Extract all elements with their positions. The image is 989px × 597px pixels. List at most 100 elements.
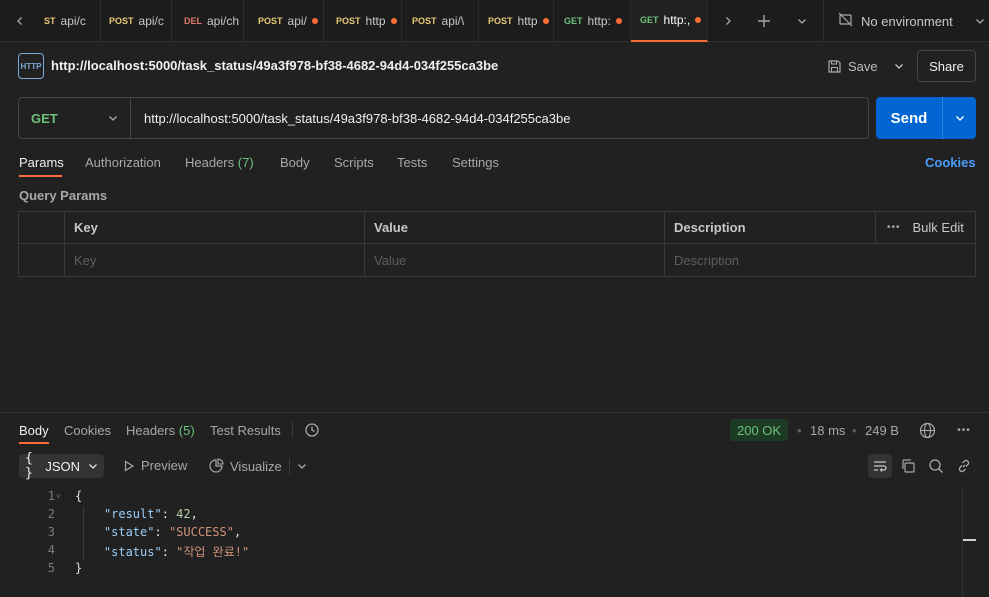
separator-dot: • [852,423,857,438]
url-input[interactable]: http://localhost:5000/task_status/49a3f9… [131,111,570,126]
fold-chevron-icon[interactable]: ˅ [56,492,61,501]
status-badge[interactable]: 200 OK [730,419,789,441]
column-header-description: Description [665,212,876,244]
divider [823,0,824,42]
tab-method: POST [109,16,134,26]
tab-scripts[interactable]: Scripts [334,155,374,170]
tab-label: api/c [138,14,164,28]
request-tab[interactable]: POST http [324,0,402,42]
request-title[interactable]: http://localhost:5000/task_status/49a3f9… [51,58,498,73]
line-number: 3 [47,525,55,539]
tab-body[interactable]: Body [280,155,310,170]
cookies-link[interactable]: Cookies [925,155,976,170]
key-input[interactable]: Key [65,244,365,276]
format-select[interactable]: { } JSON [19,451,104,481]
tab-label: http: [587,14,611,28]
row-checkbox-cell [19,244,65,276]
url-bar: GET http://localhost:5000/task_status/49… [18,97,869,139]
json-key: "status" [103,545,162,559]
code-line: { [75,489,82,503]
tab-method: POST [336,16,361,26]
response-tab-cookies[interactable]: Cookies [64,423,111,438]
send-button[interactable]: Send [876,97,943,139]
response-tab-headers[interactable]: Headers (5) [126,423,195,438]
line-number: 1 [47,489,55,503]
tab-method: POST [488,16,513,26]
request-tab[interactable]: POST api/ [244,0,324,42]
tab-method: GET [640,15,659,25]
share-button[interactable]: Share [917,50,976,82]
request-tab[interactable]: POST http [479,0,554,42]
method-select[interactable]: GET [19,98,131,138]
more-horizontal-icon: ••• [887,222,901,233]
response-size[interactable]: 249 B [865,423,899,438]
link-icon[interactable] [955,457,973,475]
globe-icon[interactable] [917,420,937,440]
chevron-down-icon[interactable] [295,459,309,473]
active-tab-indicator [19,442,49,444]
json-brace: { [75,489,83,503]
tab-settings[interactable]: Settings [452,155,499,170]
copy-icon[interactable] [899,457,917,475]
request-tab[interactable]: DEL api/ch [172,0,244,42]
send-options-chevron-icon[interactable] [943,97,976,139]
column-header-value: Value [365,212,665,244]
history-icon[interactable] [303,421,321,439]
response-tab-body[interactable]: Body [19,423,49,438]
tab-params[interactable]: Params [19,155,64,170]
chevron-down-icon[interactable] [894,61,904,71]
bulk-edit-button[interactable]: ••• Bulk Edit [876,212,976,244]
environment-selector[interactable]: No environment [838,12,985,30]
tab-authorization[interactable]: Authorization [85,155,161,170]
tab-method: ST [44,16,56,26]
editor-scrollbar[interactable] [962,486,963,597]
json-brace: } [75,561,83,575]
request-tab[interactable]: GET http: [554,0,631,42]
tab-label: api/c [60,14,86,28]
tab-method: DEL [184,16,202,26]
unsaved-dot-icon [390,18,397,24]
unsaved-dot-icon [615,18,622,24]
pane-divider[interactable] [0,412,989,413]
tab-headers[interactable]: Headers (7) [185,155,254,170]
request-tab-bar: ST api/c POST api/c DEL api/ch POST api/… [0,0,989,42]
tab-label: http [365,14,386,28]
search-icon[interactable] [927,457,945,475]
request-tab[interactable]: ST api/c [36,0,101,42]
request-tab-active[interactable]: GET http:, [631,0,708,42]
tab-label: api/ch [207,14,240,28]
bulk-edit-label: Bulk Edit [912,220,964,235]
more-horizontal-icon[interactable]: ••• [954,420,974,440]
code-line: "state": "SUCCESS", [103,525,242,539]
chevron-down-icon[interactable] [792,11,812,31]
query-params-table: Key Value Description ••• Bulk Edit Key … [18,211,976,277]
unsaved-dot-icon [542,18,549,24]
line-number: 4 [47,543,55,557]
http-request-icon: HTTP [18,53,44,79]
tab-tests[interactable]: Tests [397,155,427,170]
wrap-lines-icon[interactable] [868,454,892,478]
json-key: "result" [103,507,162,521]
unsaved-dot-icon [695,17,702,23]
response-time[interactable]: 18 ms [810,423,845,438]
column-header-key: Key [65,212,365,244]
braces-icon: { } [25,451,33,481]
chevron-down-icon [108,113,118,123]
tab-label: api/\ [441,14,465,28]
chevron-right-icon[interactable] [718,11,738,31]
value-input[interactable]: Value [365,244,665,276]
visualize-icon [208,458,224,474]
plus-icon[interactable] [754,11,774,31]
request-tab[interactable]: POST api/\ [402,0,479,42]
request-tab[interactable]: POST api/c [101,0,172,42]
active-tab-indicator [19,175,62,177]
visualize-button[interactable]: Visualize [208,458,282,474]
save-button[interactable]: Save [827,52,907,80]
table-checkbox-column [19,212,65,244]
chevron-left-icon[interactable] [10,11,30,31]
response-body-editor[interactable] [0,486,962,597]
preview-button[interactable]: Preview [123,458,187,473]
response-tab-test-results[interactable]: Test Results [210,423,281,438]
line-number: 2 [47,507,55,521]
description-input[interactable]: Description [665,244,976,276]
